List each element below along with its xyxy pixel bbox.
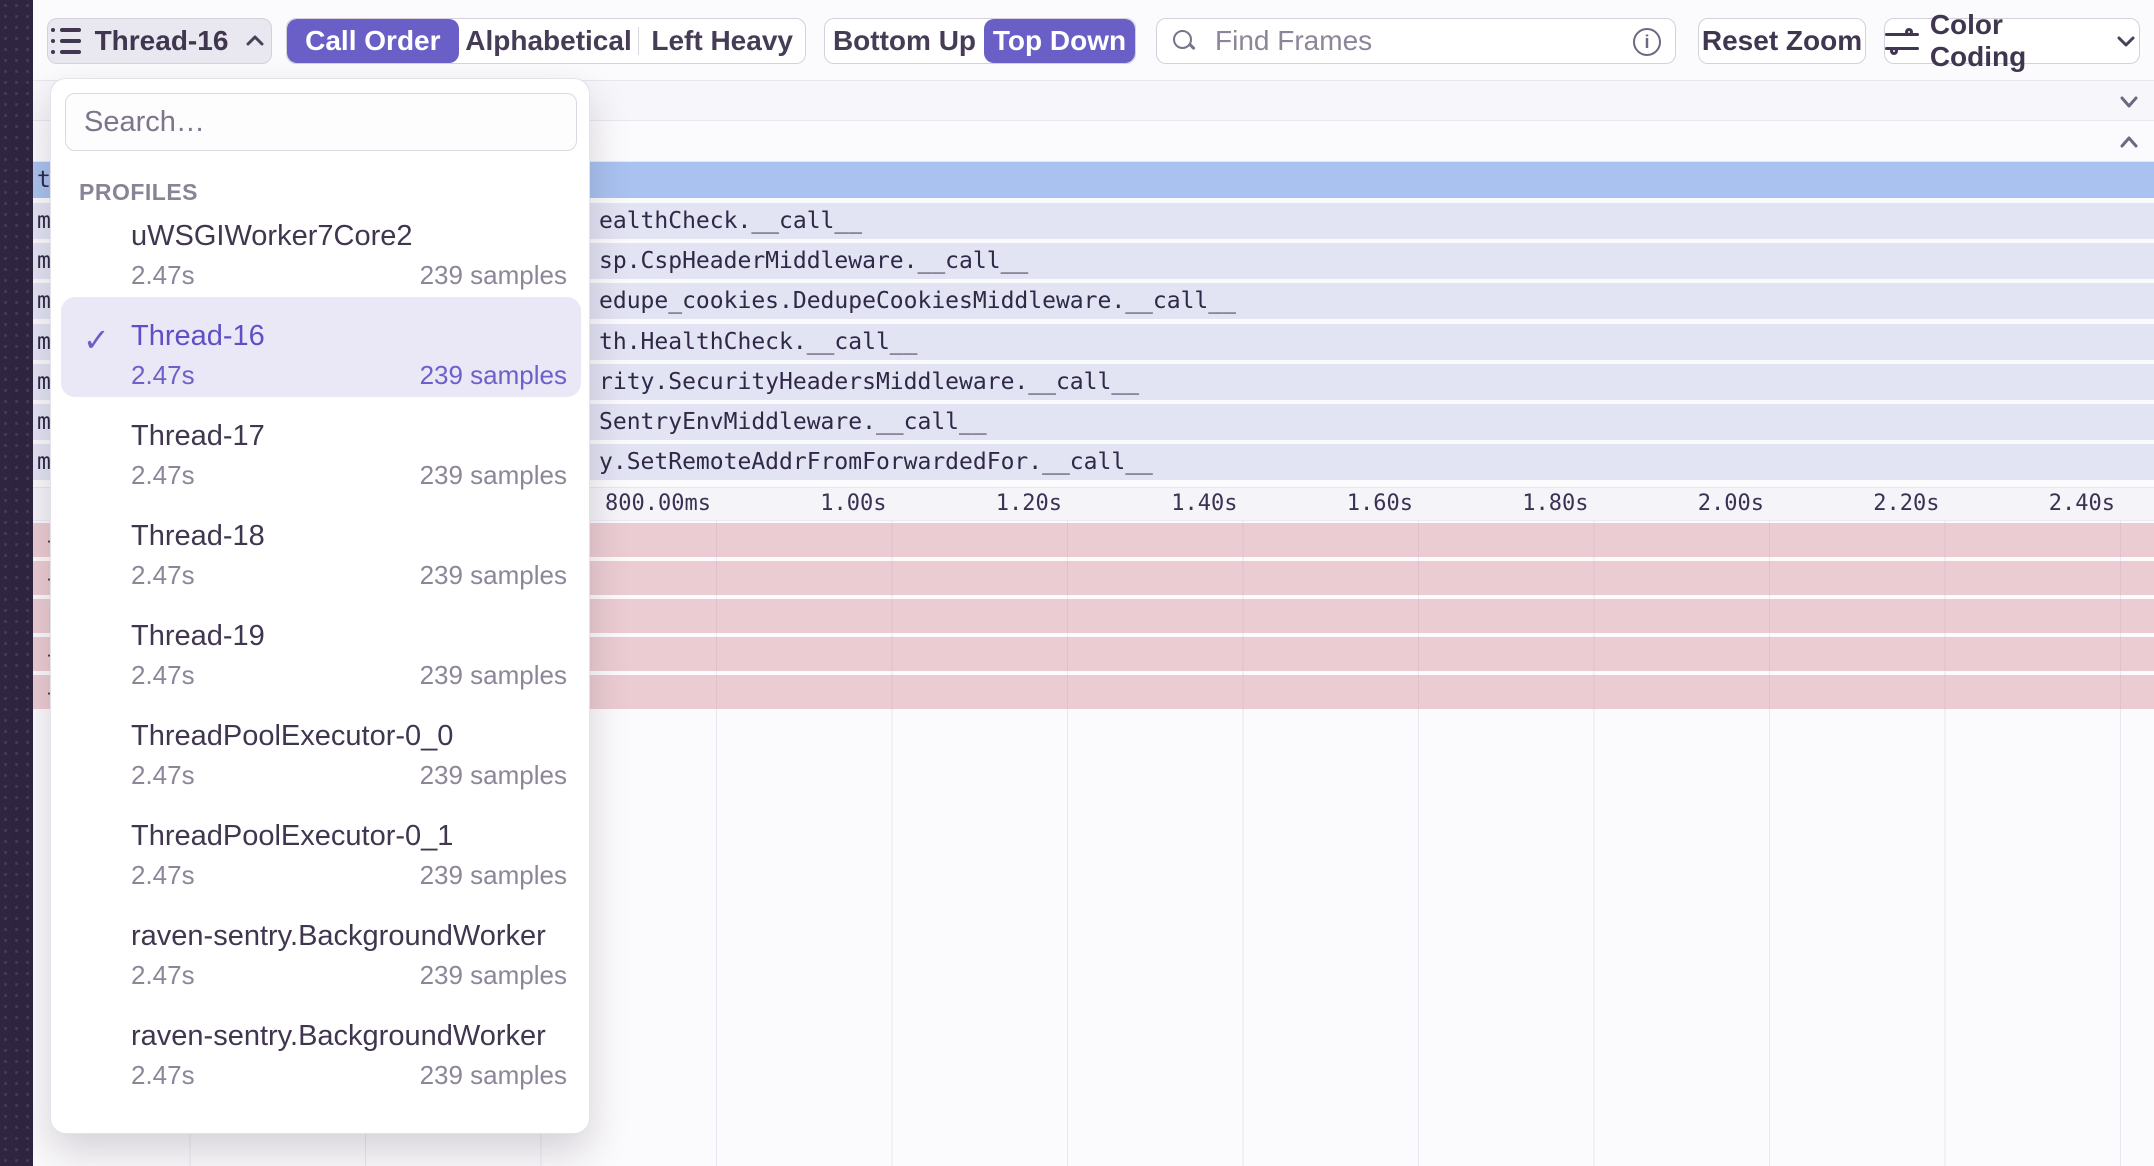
- profile-samples: 239 samples: [420, 360, 567, 390]
- color-coding-label: Color Coding: [1930, 9, 2101, 73]
- dropdown-item-profile[interactable]: Thread-19 2.47s 239 samples: [61, 597, 581, 697]
- color-coding-button[interactable]: Color Coding: [1884, 18, 2140, 64]
- axis-tick-label: 2.40s: [2049, 491, 2115, 516]
- frame-label: edupe_cookies.DedupeCookiesMiddleware.__…: [599, 288, 1236, 314]
- profile-samples: 239 samples: [420, 760, 567, 790]
- axis-tick-label: 2.00s: [1698, 491, 1764, 516]
- profile-duration: 2.47s: [131, 1060, 195, 1090]
- frame-clipped-char: m: [37, 208, 51, 234]
- chevron-up-icon[interactable]: [2114, 129, 2144, 155]
- search-icon: [1173, 30, 1197, 54]
- profile-samples: 239 samples: [420, 460, 567, 490]
- thread-dropdown-panel: PROFILES uWSGIWorker7Core2 2.47s 239 sam…: [50, 78, 590, 1134]
- tab-bottom-up[interactable]: Bottom Up: [825, 19, 984, 63]
- dropdown-item-profile-selected[interactable]: ✓ Thread-16 2.47s 239 samples: [61, 297, 581, 397]
- frame-clipped-char: t: [37, 167, 51, 193]
- profile-duration: 2.47s: [131, 560, 195, 590]
- dropdown-item-profile[interactable]: uWSGIWorker7Core2 2.47s 239 samples: [61, 197, 581, 297]
- dropdown-item-profile[interactable]: raven-sentry.BackgroundWorker 2.47s 239 …: [61, 897, 581, 997]
- thread-selector-label: Thread-16: [95, 25, 229, 57]
- find-frames-input[interactable]: [1157, 25, 1557, 57]
- profile-duration: 2.47s: [131, 760, 195, 790]
- profile-duration: 2.47s: [131, 260, 195, 290]
- dropdown-item-profile[interactable]: raven-sentry.BackgroundWorker 2.47s 239 …: [61, 997, 581, 1097]
- dropdown-item-profile[interactable]: ThreadPoolExecutor-0_1 2.47s 239 samples: [61, 797, 581, 897]
- profile-samples: 239 samples: [420, 560, 567, 590]
- profile-name: raven-sentry.BackgroundWorker: [131, 919, 567, 953]
- axis-tick-label: 1.80s: [1522, 491, 1588, 516]
- profile-duration: 2.47s: [131, 360, 195, 390]
- find-frames-field: i: [1156, 18, 1676, 64]
- profile-duration: 2.47s: [131, 960, 195, 990]
- profile-name: Thread-18: [131, 519, 567, 553]
- chevron-down-icon: [2113, 29, 2139, 53]
- profile-samples: 239 samples: [420, 1060, 567, 1090]
- profile-name: Thread-16: [131, 319, 567, 353]
- profile-duration: 2.47s: [131, 460, 195, 490]
- tab-top-down[interactable]: Top Down: [984, 19, 1135, 63]
- axis-tick-label: 1.60s: [1347, 491, 1413, 516]
- app-sidebar-strip: [0, 0, 33, 1166]
- tab-left-heavy[interactable]: Left Heavy: [639, 19, 805, 63]
- profile-name: ThreadPoolExecutor-0_0: [131, 719, 567, 753]
- tab-alphabetical[interactable]: Alphabetical: [459, 19, 639, 63]
- reset-zoom-label: Reset Zoom: [1702, 25, 1862, 57]
- axis-tick-label: 2.20s: [1873, 491, 1939, 516]
- profile-samples: 239 samples: [420, 860, 567, 890]
- thread-selector-button[interactable]: Thread-16: [47, 18, 272, 64]
- frame-clipped-char: m: [37, 288, 51, 314]
- frame-clipped-char: m: [37, 369, 51, 395]
- dropdown-item-profile[interactable]: ThreadPoolExecutor-0_0 2.47s 239 samples: [61, 697, 581, 797]
- info-icon[interactable]: i: [1633, 28, 1661, 56]
- profile-samples: 239 samples: [420, 260, 567, 290]
- dropdown-search-input[interactable]: [65, 93, 577, 151]
- frame-label: th.HealthCheck.__call__: [599, 329, 918, 355]
- profile-samples: 239 samples: [420, 960, 567, 990]
- profile-duration: 2.47s: [131, 860, 195, 890]
- frame-label: y.SetRemoteAddrFromForwardedFor.__call__: [599, 449, 1153, 475]
- frame-label: SentryEnvMiddleware.__call__: [599, 409, 987, 435]
- profile-name: raven-sentry.BackgroundWorker: [131, 1019, 567, 1053]
- profile-name: uWSGIWorker7Core2: [131, 219, 567, 253]
- chevron-up-icon: [242, 29, 268, 53]
- frame-label: sp.CspHeaderMiddleware.__call__: [599, 248, 1028, 274]
- frame-label: rity.SecurityHeadersMiddleware.__call__: [599, 369, 1139, 395]
- profile-name: Thread-17: [131, 419, 567, 453]
- tab-call-order[interactable]: Call Order: [287, 19, 459, 63]
- direction-segmented-control: Bottom Up Top Down: [824, 18, 1136, 64]
- profile-name: Thread-19: [131, 619, 567, 653]
- frame-clipped-char: m: [37, 409, 51, 435]
- toolbar: Thread-16 Call Order Alphabetical Left H…: [0, 0, 2154, 70]
- profile-duration: 2.47s: [131, 660, 195, 690]
- profile-name: ThreadPoolExecutor-0_1: [131, 819, 567, 853]
- axis-tick-label: 1.20s: [996, 491, 1062, 516]
- sort-mode-segmented-control: Call Order Alphabetical Left Heavy: [286, 18, 806, 64]
- frame-label: ealthCheck.__call__: [599, 208, 862, 234]
- check-icon: ✓: [83, 321, 110, 359]
- dropdown-item-profile[interactable]: Thread-17 2.47s 239 samples: [61, 397, 581, 497]
- axis-tick-label: 1.00s: [820, 491, 886, 516]
- chevron-down-icon[interactable]: [2114, 89, 2144, 115]
- axis-tick-label: 1.40s: [1171, 491, 1237, 516]
- frame-clipped-char: m: [37, 248, 51, 274]
- frame-clipped-char: m: [37, 329, 51, 355]
- frame-clipped-char: m: [37, 449, 51, 475]
- dropdown-item-profile[interactable]: Thread-18 2.47s 239 samples: [61, 497, 581, 597]
- reset-zoom-button[interactable]: Reset Zoom: [1698, 18, 1866, 64]
- sliders-icon: [1885, 29, 1918, 53]
- list-icon: [51, 28, 81, 54]
- profile-samples: 239 samples: [420, 660, 567, 690]
- axis-tick-label: 800.00ms: [605, 491, 711, 516]
